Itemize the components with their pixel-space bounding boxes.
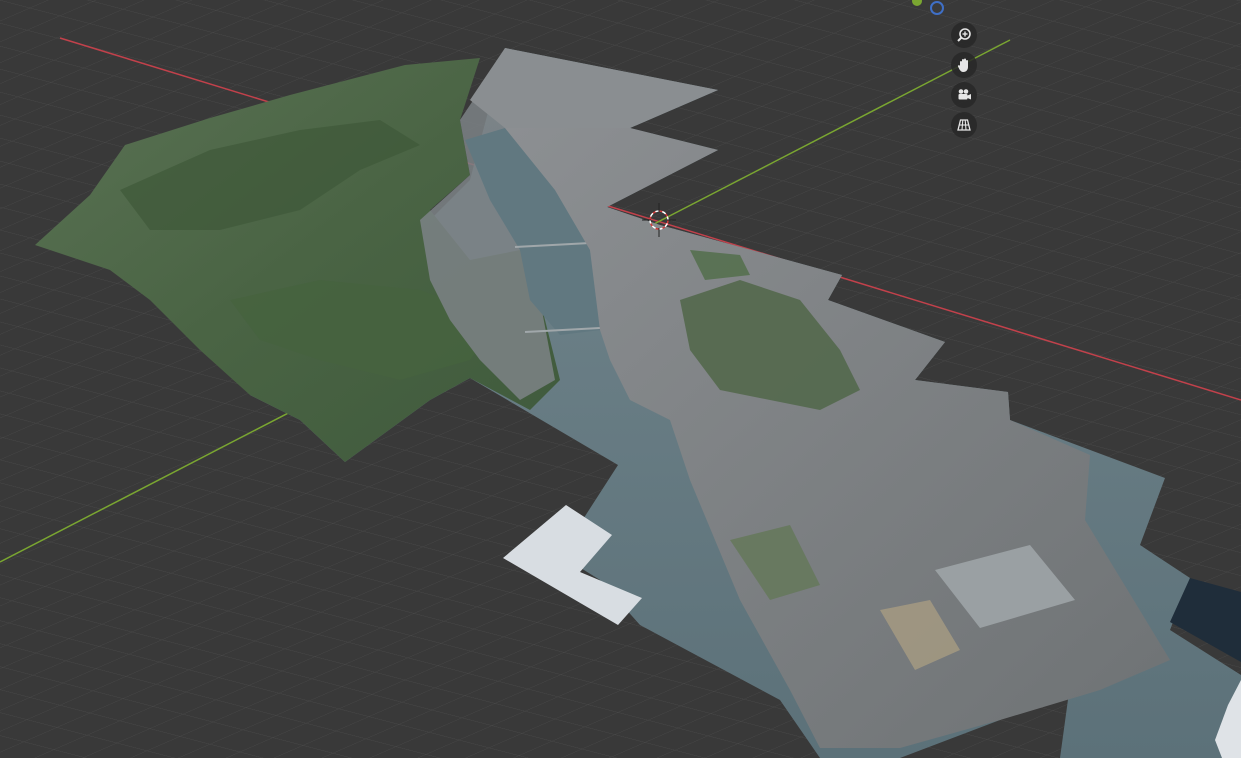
magnify-plus-icon [957, 28, 971, 42]
grid-perspective-icon [957, 119, 971, 131]
gizmo-z-dot[interactable] [930, 1, 944, 15]
zoom-button[interactable] [951, 22, 977, 48]
pan-button[interactable] [951, 52, 977, 78]
hand-icon [957, 58, 968, 72]
3d-viewport[interactable] [0, 0, 1241, 758]
camera-icon [958, 89, 971, 100]
ortho-toggle-button[interactable] [951, 112, 977, 138]
navigation-buttons [951, 22, 981, 138]
viewport-scene[interactable] [0, 0, 1241, 758]
camera-view-button[interactable] [951, 82, 977, 108]
